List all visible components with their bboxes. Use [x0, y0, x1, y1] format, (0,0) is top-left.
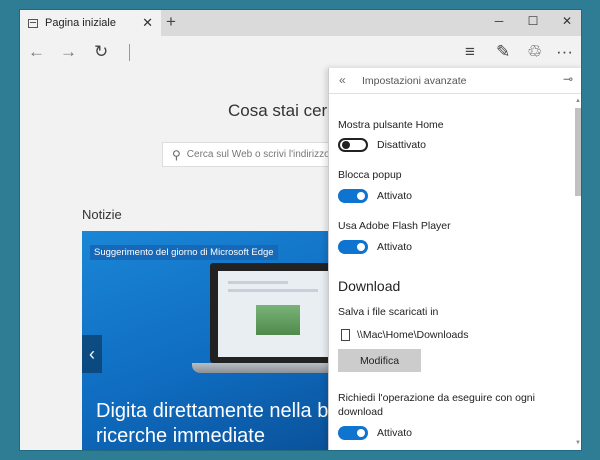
hero-caption-line-2: ricerche immediate	[96, 425, 265, 447]
more-icon[interactable]: ···	[556, 42, 573, 62]
download-path: \\Mac\Home\Downloads	[357, 329, 469, 341]
panel-header: « Impostazioni avanzate ⊸	[329, 68, 581, 94]
news-hero-card[interactable]: Suggerimento del giorno di Microsoft Edg…	[82, 231, 342, 450]
toolbar-divider	[129, 44, 130, 61]
new-tab-button[interactable]: +	[166, 12, 176, 32]
flash-player-toggle[interactable]	[338, 240, 368, 254]
save-location-label: Salva i file scaricati in	[338, 306, 439, 318]
advanced-settings-panel: « Impostazioni avanzate ⊸ ▲ ▼ Mostra pul…	[328, 68, 581, 450]
modify-button[interactable]: Modifica	[338, 349, 421, 372]
laptop-base	[192, 363, 342, 373]
hero-caption: Digita direttamente nella ba ricerche im…	[96, 399, 339, 449]
block-popup-label: Blocca popup	[338, 169, 402, 181]
search-placeholder: Cerca sul Web o scrivi l'indirizzo d	[186, 149, 339, 160]
home-button-toggle[interactable]	[338, 138, 368, 152]
close-window-icon[interactable]: ✕	[560, 14, 574, 28]
scroll-down-icon[interactable]: ▼	[575, 440, 581, 446]
browser-window: Pagina iniziale ✕ + ─ ☐ ✕ ← → ↻ ≡ ✎ ♲ ··…	[19, 9, 582, 451]
maximize-icon[interactable]: ☐	[526, 14, 540, 28]
panel-scrollbar[interactable]	[575, 108, 581, 196]
ask-download-label-line-2: download	[338, 406, 383, 418]
close-tab-icon[interactable]: ✕	[142, 15, 153, 31]
back-icon[interactable]: ←	[28, 42, 45, 62]
tab-pagina-iniziale[interactable]: Pagina iniziale ✕	[20, 10, 161, 36]
scroll-up-icon[interactable]: ▲	[575, 98, 581, 104]
news-section-title: Notizie	[82, 207, 122, 222]
file-icon	[341, 329, 350, 341]
pin-icon[interactable]: ⊸	[563, 72, 573, 86]
search-icon: ⚲	[172, 147, 181, 162]
web-note-icon[interactable]: ✎	[496, 42, 510, 62]
flash-player-label: Usa Adobe Flash Player	[338, 220, 451, 232]
ask-download-toggle[interactable]	[338, 426, 368, 440]
page-icon	[28, 18, 38, 28]
home-button-state: Disattivato	[377, 139, 427, 151]
laptop-image	[210, 263, 342, 363]
hero-tag: Suggerimento del giorno di Microsoft Edg…	[90, 245, 278, 260]
tab-title: Pagina iniziale	[45, 17, 116, 29]
minimize-icon[interactable]: ─	[492, 14, 506, 28]
title-bar: Pagina iniziale ✕ + ─ ☐ ✕	[20, 10, 581, 36]
page-heading: Cosa stai cerc	[228, 101, 336, 120]
hero-caption-line-1: Digita direttamente nella ba	[96, 400, 340, 422]
navigation-toolbar: ← → ↻ ≡ ✎ ♲ ···	[20, 36, 581, 68]
panel-title: Impostazioni avanzate	[362, 75, 467, 87]
home-button-label: Mostra pulsante Home	[338, 119, 444, 131]
ask-download-state: Attivato	[377, 427, 413, 439]
back-chevron-icon[interactable]: «	[339, 73, 346, 87]
refresh-icon[interactable]: ↻	[94, 42, 108, 62]
carousel-prev-button[interactable]: ‹	[82, 335, 102, 373]
block-popup-toggle[interactable]	[338, 189, 368, 203]
download-section-title: Download	[338, 278, 401, 294]
block-popup-state: Attivato	[377, 190, 413, 202]
ask-download-label-line-1: Richiedi l'operazione da eseguire con og…	[338, 392, 535, 404]
flash-player-state: Attivato	[377, 241, 413, 253]
hub-icon[interactable]: ≡	[465, 42, 475, 62]
share-icon[interactable]: ♲	[527, 42, 542, 62]
forward-icon[interactable]: →	[60, 42, 77, 62]
